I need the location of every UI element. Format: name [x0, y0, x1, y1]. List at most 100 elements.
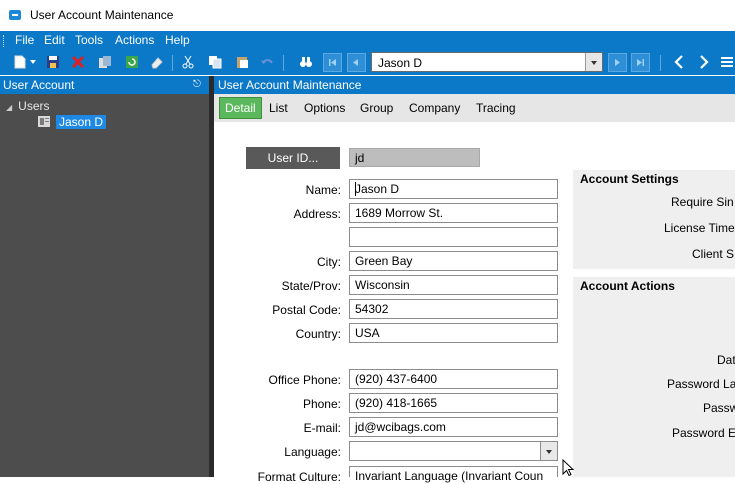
- hamburger-menu-icon[interactable]: [719, 54, 735, 70]
- chevron-down-icon[interactable]: [585, 53, 602, 71]
- postal-code-field[interactable]: 54302: [349, 299, 558, 319]
- tree-expand-icon[interactable]: ◢: [6, 103, 12, 112]
- grip-handle-icon[interactable]: [3, 35, 6, 47]
- office-phone-field[interactable]: (920) 437-6400: [349, 369, 558, 389]
- tab-list[interactable]: List: [269, 101, 288, 115]
- mouse-cursor-icon: [562, 459, 575, 477]
- next-record-icon[interactable]: [608, 53, 627, 72]
- tab-detail[interactable]: Detail: [219, 97, 262, 119]
- country-value: USA: [355, 326, 380, 340]
- postal-code-label: Postal Code:: [272, 303, 341, 317]
- back-arrow-icon[interactable]: [671, 54, 687, 70]
- address-label: Address:: [293, 207, 341, 221]
- country-label: Country:: [295, 327, 341, 341]
- menu-bar: File Edit Tools Actions Help: [0, 31, 735, 51]
- tree-node-label: Jason D: [56, 115, 107, 129]
- menu-edit[interactable]: Edit: [44, 33, 65, 47]
- refresh-icon[interactable]: [124, 54, 140, 70]
- forward-arrow-icon[interactable]: [696, 54, 712, 70]
- window-title: User Account Maintenance: [30, 8, 174, 22]
- tab-tracing[interactable]: Tracing: [476, 101, 516, 115]
- password-label: Passw: [703, 401, 735, 415]
- toolbar-separator: [172, 55, 173, 71]
- eraser-icon[interactable]: [149, 54, 165, 70]
- phone-value: (920) 418-1665: [355, 396, 438, 410]
- language-select[interactable]: [349, 441, 558, 461]
- country-field[interactable]: USA: [349, 323, 558, 343]
- save-icon[interactable]: [45, 54, 61, 70]
- state-prov-label: State/Prov:: [281, 279, 341, 293]
- account-settings-title: Account Settings: [580, 172, 679, 186]
- name-value: Jason D: [355, 182, 400, 196]
- office-phone-value: (920) 437-6400: [355, 372, 438, 386]
- date-label: Dat: [717, 353, 735, 367]
- record-selector-value: Jason D: [378, 56, 423, 70]
- city-value: Green Bay: [355, 254, 413, 268]
- format-culture-label: Format Culture:: [257, 470, 341, 484]
- require-single-sign-on-label: Require Sin: [671, 195, 734, 209]
- password-last-changed-label: Password La: [667, 377, 735, 391]
- address-field[interactable]: 1689 Morrow St.: [349, 203, 558, 223]
- chevron-down-icon[interactable]: [540, 442, 557, 460]
- name-label: Name:: [305, 183, 341, 197]
- menu-tools[interactable]: Tools: [75, 33, 103, 47]
- language-label: Language:: [284, 445, 341, 459]
- user-record-icon: [38, 116, 50, 127]
- city-field[interactable]: Green Bay: [349, 251, 558, 271]
- toolbar-separator: [660, 55, 661, 71]
- new-icon[interactable]: [12, 54, 28, 70]
- paste-icon[interactable]: [234, 54, 250, 70]
- email-field[interactable]: jd@wcibags.com: [349, 417, 558, 437]
- title-bar: User Account Maintenance: [0, 0, 735, 31]
- format-culture-select[interactable]: Invariant Language (Invariant Coun: [349, 466, 558, 483]
- name-field[interactable]: Jason D: [349, 179, 558, 199]
- left-panel-title: User Account: [3, 78, 75, 92]
- undo-icon[interactable]: [259, 54, 275, 70]
- menu-file[interactable]: File: [15, 33, 34, 47]
- tab-options[interactable]: Options: [304, 101, 345, 115]
- first-record-icon[interactable]: [323, 53, 342, 72]
- format-culture-value: Invariant Language (Invariant Coun: [355, 469, 544, 483]
- tree-root-label: Users: [18, 99, 50, 113]
- office-phone-label: Office Phone:: [268, 373, 342, 387]
- copy-icon[interactable]: [207, 54, 223, 70]
- menu-help[interactable]: Help: [165, 33, 190, 47]
- client-setting-label: Client S: [692, 247, 735, 261]
- license-timeout-label: License Time: [664, 221, 735, 235]
- city-label: City:: [317, 255, 341, 269]
- delete-icon[interactable]: [70, 54, 86, 70]
- user-id-button[interactable]: User ID...: [246, 147, 340, 169]
- menu-actions[interactable]: Actions: [115, 33, 154, 47]
- address-line2-field[interactable]: [349, 227, 558, 247]
- right-panel-title: User Account Maintenance: [218, 78, 362, 92]
- left-panel-header: User Account ⎋: [0, 76, 209, 94]
- state-prov-field[interactable]: Wisconsin: [349, 275, 558, 295]
- right-panel-header: User Account Maintenance: [214, 76, 735, 94]
- tab-bar: Detail List Options Group Company Tracin…: [214, 94, 735, 122]
- user-id-field: jd: [349, 148, 480, 167]
- new-dropdown-icon[interactable]: [28, 54, 38, 70]
- address-value: 1689 Morrow St.: [355, 206, 444, 220]
- binoculars-icon[interactable]: [298, 54, 314, 70]
- pin-icon[interactable]: ⎋: [193, 79, 201, 90]
- phone-label: Phone:: [302, 397, 341, 411]
- user-id-value: jd: [355, 151, 365, 165]
- last-record-icon[interactable]: [631, 53, 650, 72]
- previous-record-icon[interactable]: [347, 53, 366, 72]
- toolbar-separator: [283, 55, 284, 71]
- account-actions-title: Account Actions: [580, 279, 675, 293]
- email-value: jd@wcibags.com: [355, 420, 446, 434]
- tree-root-users[interactable]: ◢ Users: [6, 99, 50, 113]
- state-prov-value: Wisconsin: [355, 278, 410, 292]
- left-panel-tree: ◢ Users Jason D: [0, 94, 209, 477]
- cut-icon[interactable]: [180, 54, 196, 70]
- tab-group[interactable]: Group: [360, 101, 393, 115]
- text-caret: [355, 182, 356, 196]
- record-selector-combo[interactable]: Jason D: [371, 52, 603, 72]
- copy-record-icon[interactable]: [97, 54, 113, 70]
- password-expires-label: Password E: [672, 426, 735, 440]
- phone-field[interactable]: (920) 418-1665: [349, 393, 558, 413]
- app-icon: [9, 10, 21, 20]
- email-label: E-mail:: [303, 421, 341, 435]
- tab-company[interactable]: Company: [409, 101, 460, 115]
